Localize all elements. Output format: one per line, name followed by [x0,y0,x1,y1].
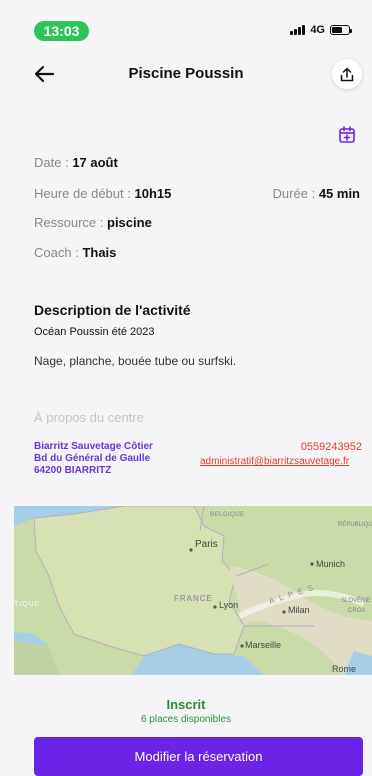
map-label-czech: RÉPUBLIQUE TCHÈQUE [338,521,372,528]
center-street: Bd du Général de Gaulle [34,453,151,464]
coach-row: Coach : Thais [34,245,116,260]
description-subtitle: Océan Poussin été 2023 [34,326,155,338]
status-bar: 13:03 4G [0,0,372,44]
map-label-marseille: Marseille [245,640,281,650]
date-row: Date : 17 août [34,155,118,170]
map-label-belgique: BELGIQUE [210,512,245,518]
map-label-lyon: Lyon [219,600,238,610]
center-city: 64200 BIARRITZ [34,465,112,476]
resource-label: Ressource : [34,215,104,230]
map-label-milan: Milan [288,605,310,615]
places-available: 6 places disponibles [140,714,232,725]
modify-booking-button[interactable]: Modifier la réservation [34,737,363,776]
share-icon [340,67,354,81]
duration-label: Durée : [272,186,316,201]
booking-status-label: Inscrit [166,697,206,712]
status-indicators: 4G [290,24,352,36]
start-time-value: 10h15 [134,186,172,201]
booking-status: Inscrit 6 places disponibles [0,697,372,725]
map-label-slovenie: SLOVÉNIE [341,597,371,604]
center-phone-link[interactable]: 0559243952 [301,441,362,453]
signal-icon [290,25,306,35]
map-label-paris: Paris [195,539,218,550]
resource-row: Ressource : piscine [34,215,152,230]
center-name: Biarritz Sauvetage Côtier [34,441,153,452]
description-body: Nage, planche, bouée tube ou surfski. [34,354,237,368]
map-label-atlantique: TIQUE [14,601,40,608]
map-label-munich: Munich [316,559,345,569]
map-image: BELGIQUE Paris RÉPUBLIQUE TCHÈQUE Munich… [14,506,372,675]
location-map[interactable]: BELGIQUE Paris RÉPUBLIQUE TCHÈQUE Munich… [14,506,372,675]
date-label: Date : [34,155,69,170]
start-time-row: Heure de début : 10h15 [34,186,171,201]
about-center-title: À propos du centre [34,410,144,425]
map-label-rome: Rome [332,664,356,674]
map-label-france: FRANCE [174,594,213,603]
coach-label: Coach : [34,245,79,260]
add-to-calendar-icon[interactable] [336,124,358,146]
resource-value: piscine [107,215,152,230]
map-label-croa: CROA [348,608,365,614]
battery-icon [330,25,352,35]
center-email-link[interactable]: administratif@biarritzsauvetage.fr [200,456,362,467]
status-time: 13:03 [34,21,89,41]
start-time-label: Heure de début : [34,186,131,201]
header: Piscine Poussin [0,56,372,92]
description-title: Description de l'activité [34,302,191,318]
share-button[interactable] [332,59,362,89]
duration-row: Durée : 45 min [273,186,360,201]
center-address: Biarritz Sauvetage Côtier Bd du Général … [34,441,153,477]
coach-value: Thais [82,245,117,260]
date-value: 17 août [72,155,118,170]
network-label: 4G [310,24,325,36]
page-title: Piscine Poussin [128,65,244,82]
duration-value: 45 min [318,186,360,201]
